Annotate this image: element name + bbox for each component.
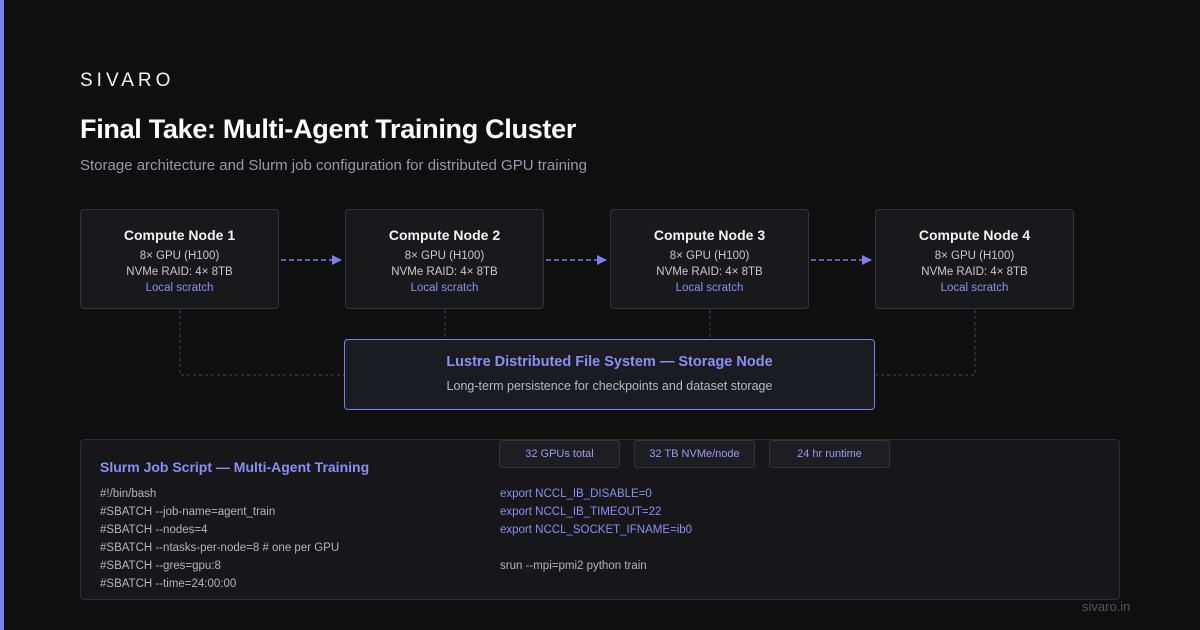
- storage-title: Lustre Distributed File System — Storage…: [446, 354, 773, 370]
- code-line: export NCCL_IB_DISABLE=0: [500, 488, 652, 500]
- code-line: #SBATCH --time=24:00:00: [100, 578, 237, 590]
- node-gpu: 8× GPU (H100): [934, 250, 1015, 262]
- link-node1-storage: [179, 310, 344, 376]
- node-scratch: Local scratch: [940, 282, 1009, 294]
- node-scratch: Local scratch: [410, 282, 479, 294]
- code-line: srun --mpi=pmi2 python train: [500, 560, 647, 572]
- code-line: #SBATCH --gres=gpu:8: [100, 560, 221, 572]
- node-name: Compute Node 4: [918, 227, 1031, 243]
- node-name: Compute Node 2: [388, 227, 501, 243]
- stat-badge-runtime: 24 hr runtime: [769, 440, 890, 468]
- compute-node-4: Compute Node 4 8× GPU (H100) NVMe RAID: …: [875, 209, 1074, 309]
- slurm-title: Slurm Job Script — Multi-Agent Training: [100, 459, 370, 475]
- node-gpu: 8× GPU (H100): [404, 250, 485, 262]
- footer-url: sivaro.in: [1082, 599, 1131, 614]
- node-nvme: NVMe RAID: 4× 8TB: [656, 266, 763, 278]
- stat-badge-gpus: 32 GPUs total: [499, 440, 620, 468]
- stat-badge-nvme: 32 TB NVMe/node: [634, 440, 755, 468]
- code-line: #SBATCH --job-name=agent_train: [100, 506, 276, 518]
- node-nvme: NVMe RAID: 4× 8TB: [921, 266, 1028, 278]
- compute-node-2: Compute Node 2 8× GPU (H100) NVMe RAID: …: [345, 209, 544, 309]
- storage-node: Lustre Distributed File System — Storage…: [344, 339, 875, 410]
- node-nvme: NVMe RAID: 4× 8TB: [391, 266, 498, 278]
- link-node4-storage: [876, 310, 976, 376]
- code-line: #!/bin/bash: [100, 488, 157, 500]
- code-line: #SBATCH --ntasks-per-node=8 # one per GP…: [100, 542, 340, 554]
- compute-node-1: Compute Node 1 8× GPU (H100) NVMe RAID: …: [80, 209, 279, 309]
- node-gpu: 8× GPU (H100): [139, 250, 220, 262]
- node-name: Compute Node 1: [123, 227, 236, 243]
- node-nvme: NVMe RAID: 4× 8TB: [126, 266, 233, 278]
- node-scratch: Local scratch: [675, 282, 744, 294]
- node-gpu: 8× GPU (H100): [669, 250, 750, 262]
- compute-node-3: Compute Node 3 8× GPU (H100) NVMe RAID: …: [610, 209, 809, 309]
- storage-description: Long-term persistence for checkpoints an…: [446, 379, 773, 393]
- node-name: Compute Node 3: [653, 227, 766, 243]
- code-line: export NCCL_SOCKET_IFNAME=ib0: [500, 524, 693, 536]
- code-line: export NCCL_IB_TIMEOUT=22: [500, 506, 662, 518]
- code-line: #SBATCH --nodes=4: [100, 524, 208, 536]
- node-scratch: Local scratch: [145, 282, 214, 294]
